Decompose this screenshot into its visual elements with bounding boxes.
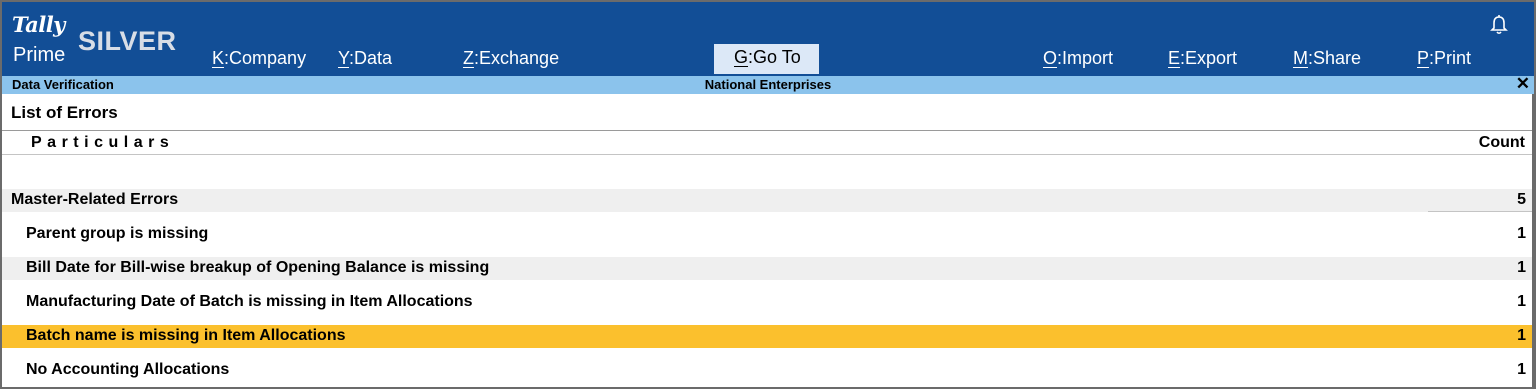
menu-exchange-label: Exchange xyxy=(479,48,560,68)
scrollbar[interactable] xyxy=(1532,94,1534,387)
bell-icon[interactable] xyxy=(1489,14,1509,36)
error-label: Parent group is missing xyxy=(26,225,209,242)
error-label: No Accounting Allocations xyxy=(26,361,230,378)
error-count: 1 xyxy=(1517,327,1526,344)
menu-exchange-key: Z xyxy=(463,48,474,68)
close-icon[interactable]: ✕ xyxy=(1516,75,1530,93)
menu-export[interactable]: E:Export xyxy=(1168,48,1237,69)
app-window: Tally Prime SILVER K:Company Y:Data Z:Ex… xyxy=(0,0,1536,389)
menu-import-key: O xyxy=(1043,48,1058,68)
menu-data-key: Y xyxy=(338,48,350,68)
error-count: 1 xyxy=(1517,259,1526,276)
error-count: 1 xyxy=(1517,361,1526,378)
error-row-selected[interactable]: Batch name is missing in Item Allocation… xyxy=(2,325,1534,348)
error-count: 1 xyxy=(1517,293,1526,310)
menu-data-label: Data xyxy=(354,48,393,68)
logo-text-bottom: Prime xyxy=(13,44,66,66)
menu-company[interactable]: K:Company xyxy=(212,48,306,69)
error-count: 1 xyxy=(1517,225,1526,242)
error-row[interactable]: Bill Date for Bill-wise breakup of Openi… xyxy=(2,257,1534,280)
menu-import-label: Import xyxy=(1062,48,1114,68)
error-label: Manufacturing Date of Batch is missing i… xyxy=(26,293,473,310)
logo-text-top: Tally xyxy=(12,12,65,37)
menu-print-label: Print xyxy=(1434,48,1472,68)
menu-company-key: K xyxy=(212,48,225,68)
menu-export-key: E xyxy=(1168,48,1181,68)
menu-print-key: P xyxy=(1417,48,1430,68)
menu-share-label: Share xyxy=(1313,48,1362,68)
company-name: National Enterprises xyxy=(704,77,832,92)
error-label: Batch name is missing in Item Allocation… xyxy=(26,327,346,344)
group-count: 5 xyxy=(1517,191,1526,208)
column-header-particulars: Particulars xyxy=(31,134,175,151)
menu-share[interactable]: M:Share xyxy=(1293,48,1361,69)
menu-company-label: Company xyxy=(229,48,307,68)
error-row[interactable]: Manufacturing Date of Batch is missing i… xyxy=(2,291,1534,314)
edition-label: SILVER xyxy=(78,26,177,56)
report-header-bar: Data Verification National Enterprises ✕ xyxy=(2,75,1534,94)
menu-print[interactable]: P:Print xyxy=(1417,48,1471,69)
divider xyxy=(2,130,1534,131)
menu-export-label: Export xyxy=(1185,48,1238,68)
menu-import[interactable]: O:Import xyxy=(1043,48,1113,69)
menu-go-to-key: G xyxy=(734,47,749,67)
menu-go-to-label: Go To xyxy=(753,47,801,67)
total-underline xyxy=(1428,211,1534,212)
menu-exchange[interactable]: Z:Exchange xyxy=(463,48,559,69)
top-menu-bar: Tally Prime SILVER K:Company Y:Data Z:Ex… xyxy=(2,2,1534,76)
group-row-master-related-errors[interactable]: Master-Related Errors 5 xyxy=(2,189,1534,212)
menu-data[interactable]: Y:Data xyxy=(338,48,392,69)
menu-go-to[interactable]: G:Go To xyxy=(714,44,819,74)
report-title: List of Errors xyxy=(11,103,118,122)
column-header-count: Count xyxy=(1478,134,1525,151)
menu-share-key: M xyxy=(1293,48,1308,68)
error-row[interactable]: Parent group is missing 1 xyxy=(2,223,1534,246)
error-label: Bill Date for Bill-wise breakup of Openi… xyxy=(26,259,490,276)
divider xyxy=(2,154,1534,155)
group-label: Master-Related Errors xyxy=(11,191,179,208)
error-row[interactable]: No Accounting Allocations 1 xyxy=(2,359,1534,382)
